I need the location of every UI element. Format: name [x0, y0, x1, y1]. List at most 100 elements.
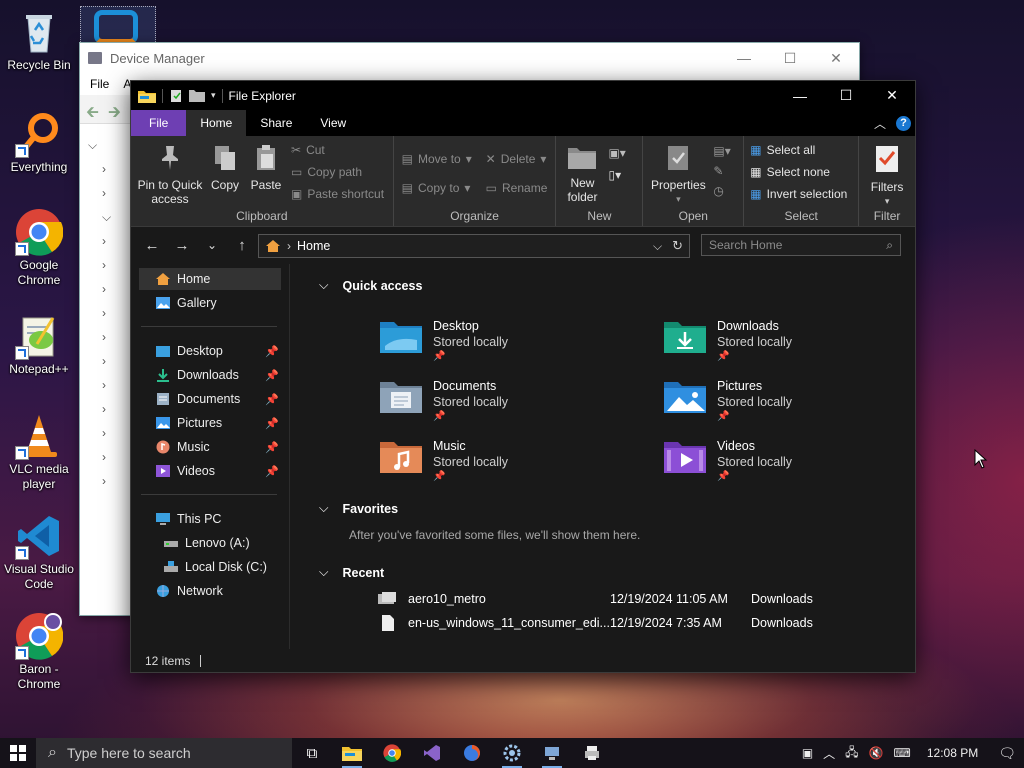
collapse-ribbon-icon[interactable]: ︿ [874, 115, 886, 132]
taskbar-visual-studio[interactable] [412, 738, 452, 768]
tab-file[interactable]: File [131, 110, 187, 136]
notifications-icon[interactable]: 🗨 [998, 745, 1016, 762]
tree-expander-icon[interactable]: ⌵ [88, 205, 111, 229]
new-folder-qat-icon[interactable] [189, 89, 205, 102]
filters-button[interactable]: Filters ▾ [863, 144, 911, 208]
recent-row[interactable]: en-us_windows_11_consumer_edi... 12/19/2… [376, 611, 905, 635]
taskbar-search-input[interactable]: Type here to search [67, 745, 191, 761]
quick-access-item[interactable]: Documents Stored locally 📌 [379, 378, 508, 424]
tree-expander-icon[interactable]: › [88, 349, 111, 373]
clock[interactable]: 12:08 PM [927, 746, 978, 760]
nav-item-gallery[interactable]: Gallery [139, 292, 281, 314]
qat-dropdown-icon[interactable]: ▾ [211, 90, 216, 101]
start-button[interactable] [0, 738, 36, 768]
recent-row[interactable]: aero10_metro 12/19/2024 11:05 AM Downloa… [376, 587, 905, 611]
search-input[interactable]: Search Home [709, 238, 782, 252]
refresh-icon[interactable]: ↻ [672, 238, 683, 254]
paste-shortcut-button[interactable]: ▣ Paste shortcut [291, 187, 384, 201]
up-button[interactable]: ↑ [227, 237, 257, 254]
quick-access-item[interactable]: Downloads Stored locally 📌 [663, 318, 792, 364]
explorer-titlebar[interactable]: ▾ File Explorer — ☐ ✕ [131, 81, 915, 110]
desktop-icon-vlc[interactable]: VLC media player [2, 412, 76, 492]
taskbar-printer[interactable] [572, 738, 612, 768]
desktop-icon-vscode[interactable]: Visual Studio Code [2, 512, 76, 592]
nav-item-this-pc[interactable]: This PC [139, 508, 281, 530]
back-arrow-icon[interactable]: 🡰 [86, 101, 99, 128]
search-box[interactable]: Search Home ⌕ [701, 234, 901, 256]
taskbar-device-manager[interactable] [532, 738, 572, 768]
favorites-header[interactable]: ⌵ Favorites [319, 501, 398, 516]
taskbar-settings[interactable] [492, 738, 532, 768]
tab-home[interactable]: Home [186, 110, 247, 136]
nav-item-network[interactable]: Network [139, 580, 281, 602]
pin-to-quick-access-button[interactable]: Pin to Quick access [137, 144, 203, 206]
quick-access-header[interactable]: ⌵ Quick access [319, 278, 422, 293]
copy-button[interactable]: Copy [207, 144, 243, 192]
open-icon[interactable]: ▤▾ [713, 144, 730, 158]
desktop-icon-selected[interactable] [80, 6, 156, 44]
address-location[interactable]: Home [297, 239, 330, 253]
tree-expander-icon[interactable]: › [88, 421, 111, 445]
recent-locations-button[interactable]: ⌄ [197, 238, 227, 252]
tree-expander-icon[interactable]: › [88, 181, 111, 205]
nav-item-home[interactable]: Home [139, 268, 281, 290]
taskbar-firefox[interactable] [452, 738, 492, 768]
copy-to-button[interactable]: ▤ Copy to ▾ [402, 181, 471, 195]
move-to-button[interactable]: ▤ Move to ▾ [402, 152, 472, 166]
history-icon[interactable]: ◷ [713, 184, 723, 198]
pin-icon[interactable]: 📌 [265, 441, 279, 454]
easy-access-icon[interactable]: ▯▾ [608, 168, 621, 182]
address-bar[interactable]: › Home ⌵ ↻ [258, 234, 690, 258]
minimize-button[interactable]: — [777, 81, 823, 110]
desktop-icon-google-chrome[interactable]: Google Chrome [2, 208, 76, 288]
desktop-icon-everything[interactable]: Everything [2, 110, 76, 175]
copy-path-button[interactable]: ▭ Copy path [291, 165, 362, 179]
nav-item-documents[interactable]: Documents 📌 [139, 388, 281, 410]
taskbar-search[interactable]: ⌕ Type here to search [36, 738, 292, 768]
desktop-icon-recycle-bin[interactable]: Recycle Bin [2, 8, 76, 73]
minimize-button[interactable]: — [721, 50, 767, 67]
cut-button[interactable]: ✂ Cut [291, 143, 325, 157]
file-explorer-window[interactable]: ▾ File Explorer — ☐ ✕ File Home Share Vi… [130, 80, 916, 673]
device-manager-titlebar[interactable]: Device Manager — ☐ ✕ [80, 43, 859, 73]
tree-expander-icon[interactable]: › [88, 229, 111, 253]
volume-muted-icon[interactable]: 🔇 [869, 746, 884, 760]
paste-button[interactable]: Paste [247, 144, 285, 192]
tray-app-icon[interactable]: ▣ [802, 746, 813, 760]
forward-arrow-icon[interactable]: 🡲 [108, 101, 121, 128]
tree-expander-icon[interactable]: › [88, 253, 111, 277]
forward-button[interactable]: → [167, 237, 197, 254]
tab-view[interactable]: View [306, 110, 360, 136]
tree-expander-icon[interactable]: › [88, 325, 111, 349]
pin-icon[interactable]: 📌 [265, 465, 279, 478]
quick-access-item[interactable]: Videos Stored locally 📌 [663, 438, 792, 484]
pin-icon[interactable]: 📌 [265, 393, 279, 406]
quick-access-item[interactable]: Desktop Stored locally 📌 [379, 318, 508, 364]
tab-share[interactable]: Share [246, 110, 306, 136]
nav-item-pictures[interactable]: Pictures 📌 [139, 412, 281, 434]
menu-file[interactable]: File [90, 77, 109, 91]
delete-button[interactable]: ✕ Delete ▾ [486, 152, 547, 166]
invert-selection-button[interactable]: ▦ Invert selection [750, 187, 847, 201]
tree-expander-icon[interactable]: › [88, 373, 111, 397]
show-hidden-icons-chevron-icon[interactable]: ︿ [823, 745, 835, 762]
tree-expander-icon[interactable]: › [88, 157, 111, 181]
nav-item-music[interactable]: Music 📌 [139, 436, 281, 458]
nav-item-drive-c[interactable]: Local Disk (C:) [139, 556, 281, 578]
select-none-button[interactable]: ▦ Select none [750, 165, 830, 179]
task-view-button[interactable]: ⧉ [292, 738, 332, 768]
edit-icon[interactable]: ✎ [713, 164, 723, 178]
close-button[interactable]: ✕ [813, 50, 859, 67]
nav-item-videos[interactable]: Videos 📌 [139, 460, 281, 482]
recent-header[interactable]: ⌵ Recent [319, 565, 384, 580]
quick-access-item[interactable]: Music Stored locally 📌 [379, 438, 508, 484]
nav-item-downloads[interactable]: Downloads 📌 [139, 364, 281, 386]
network-status-icon[interactable]: 🖧 [845, 743, 858, 764]
taskbar-file-explorer[interactable] [332, 738, 372, 768]
tree-expander-icon[interactable]: › [88, 469, 111, 493]
new-folder-button[interactable]: New folder [560, 144, 604, 204]
keyboard-icon[interactable]: ⌨ [894, 746, 911, 760]
back-button[interactable]: ← [137, 237, 167, 254]
pin-icon[interactable]: 📌 [265, 369, 279, 382]
rename-button[interactable]: ▭ Rename [486, 181, 548, 195]
